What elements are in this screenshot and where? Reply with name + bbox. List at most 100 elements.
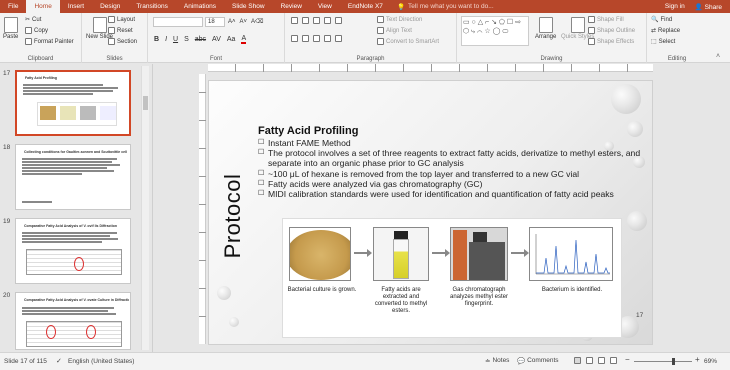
bullet-text: The protocol involves a set of three rea… bbox=[268, 148, 641, 169]
align-text-button[interactable]: Align Text bbox=[377, 27, 412, 34]
justify-icon[interactable] bbox=[324, 35, 331, 42]
thumbnail-number: 19 bbox=[3, 218, 11, 225]
align-left-icon[interactable] bbox=[291, 35, 298, 42]
shadow-icon[interactable]: S bbox=[184, 36, 189, 43]
thumbnail-line bbox=[22, 235, 110, 237]
section-button[interactable]: Section bbox=[108, 38, 137, 45]
zoom-level[interactable]: 69% bbox=[704, 358, 717, 365]
tab-design[interactable]: Design bbox=[92, 0, 128, 13]
scrollbar-thumb[interactable] bbox=[143, 96, 148, 110]
increase-indent-icon[interactable] bbox=[324, 17, 331, 24]
line-spacing-icon[interactable] bbox=[335, 17, 342, 24]
fame-workflow-figure[interactable]: Bacterial culture is grown. Fatty acids … bbox=[282, 218, 622, 338]
zoom-in-icon[interactable]: + bbox=[695, 355, 700, 364]
paragraph-group: Text Direction Align Text Convert to Sma… bbox=[285, 13, 457, 63]
slides-group-label: Slides bbox=[106, 56, 123, 62]
spellcheck-icon[interactable]: ✓ bbox=[56, 357, 62, 365]
zoom-slider[interactable] bbox=[634, 358, 692, 365]
paste-button[interactable]: Paste bbox=[3, 17, 18, 40]
shape-fill-label: Shape Fill bbox=[597, 16, 624, 23]
share-button[interactable]: 👤 Share bbox=[695, 3, 722, 11]
convert-smartart-button[interactable]: Convert to SmartArt bbox=[377, 38, 439, 45]
view-buttons bbox=[574, 357, 617, 364]
bold-icon[interactable]: B bbox=[154, 36, 159, 43]
replace-button[interactable]: ⇄ Replace bbox=[651, 27, 680, 35]
format-painter-button[interactable]: Format Painter bbox=[25, 38, 74, 45]
case-icon[interactable]: Aa bbox=[227, 36, 236, 43]
slide-sorter-icon[interactable] bbox=[586, 357, 593, 364]
horizontal-ruler[interactable] bbox=[208, 64, 653, 72]
align-right-icon[interactable] bbox=[313, 35, 320, 42]
format-painter-label: Format Painter bbox=[34, 38, 74, 45]
shape-outline-button[interactable]: Shape Outline bbox=[588, 27, 635, 34]
vertical-title-box[interactable]: Protocol bbox=[216, 159, 246, 269]
font-color-icon[interactable]: A bbox=[241, 35, 247, 44]
underline-icon[interactable]: U bbox=[173, 36, 178, 43]
tab-file[interactable]: File bbox=[0, 0, 26, 13]
sign-in-link[interactable]: Sign in bbox=[665, 3, 685, 11]
tab-slide-show[interactable]: Slide Show bbox=[224, 0, 273, 13]
notes-button[interactable]: ≐ Notes bbox=[485, 357, 509, 365]
bullet-item: ☐ Instant FAME Method bbox=[258, 138, 648, 148]
font-name-dropdown[interactable] bbox=[153, 17, 203, 27]
slide-thumbnail-18[interactable]: Collecting conditions for Gaultier-sonne… bbox=[15, 144, 131, 210]
slide-thumbnail-19[interactable]: Comparative Fatty Acid Analysis of V. ov… bbox=[15, 218, 131, 284]
slide-canvas[interactable]: Protocol Fatty Acid Profiling ☐ Instant F… bbox=[208, 80, 653, 345]
columns-icon[interactable] bbox=[335, 35, 342, 42]
list-controls bbox=[291, 17, 342, 24]
numbering-icon[interactable] bbox=[302, 17, 309, 24]
smartart-icon bbox=[377, 38, 384, 45]
tab-insert[interactable]: Insert bbox=[60, 0, 92, 13]
tab-review[interactable]: Review bbox=[273, 0, 310, 13]
clear-format-icon[interactable]: A⌫ bbox=[251, 18, 264, 25]
shape-effects-button[interactable]: Shape Effects bbox=[588, 38, 634, 45]
cut-button[interactable]: ✂ Cut bbox=[25, 16, 41, 24]
arrange-button[interactable]: Arrange bbox=[535, 17, 556, 40]
tab-endnote[interactable]: EndNote X7 bbox=[340, 0, 391, 13]
thumbnail-scrollbar[interactable] bbox=[141, 66, 149, 350]
thumbnail-highlight-circle bbox=[46, 325, 56, 339]
tab-animations[interactable]: Animations bbox=[176, 0, 224, 13]
scissors-icon: ✂ bbox=[25, 17, 31, 23]
text-direction-button[interactable]: Text Direction bbox=[377, 16, 422, 23]
tab-transitions[interactable]: Transitions bbox=[128, 0, 176, 13]
slide-content-box[interactable]: Fatty Acid Profiling ☐ Instant FAME Metho… bbox=[258, 125, 648, 199]
bullet-item: ☐ The protocol involves a set of three re… bbox=[258, 148, 648, 168]
tab-view[interactable]: View bbox=[310, 0, 340, 13]
grow-font-icon[interactable]: A˄ bbox=[228, 19, 236, 25]
shapes-gallery[interactable]: ▭ ○ △ ⌐ ↘ ⬠ ☐ ⇨ ⬡ ⤷ ⌒ ☆ ◯ ⬭ bbox=[461, 16, 529, 46]
petri-dish bbox=[290, 230, 350, 280]
spacing-icon[interactable]: AV bbox=[212, 36, 221, 43]
shape-fill-button[interactable]: Shape Fill bbox=[588, 16, 624, 23]
slide-thumbnail-20[interactable]: Comparative Fatty Acid Analysis of V. ov… bbox=[15, 292, 131, 350]
select-button[interactable]: ⬚ Select bbox=[651, 38, 675, 46]
decrease-indent-icon[interactable] bbox=[313, 17, 320, 24]
zoom-slider-handle[interactable] bbox=[672, 358, 675, 365]
layout-button[interactable]: Layout bbox=[108, 16, 135, 23]
shrink-font-icon[interactable]: A˅ bbox=[240, 19, 248, 25]
zoom-out-icon[interactable]: − bbox=[625, 355, 630, 364]
tell-me-box[interactable]: 💡 Tell me what you want to do... bbox=[397, 3, 494, 11]
thumbnail-line bbox=[22, 170, 114, 172]
vertical-ruler[interactable] bbox=[199, 74, 206, 344]
search-icon: 🔍 bbox=[651, 17, 659, 23]
checkbox-bullet-icon: ☐ bbox=[258, 179, 265, 187]
reset-button[interactable]: Reset bbox=[108, 27, 133, 34]
bullets-icon[interactable] bbox=[291, 17, 298, 24]
slides-group: New Slide Layout Reset Section Slides bbox=[82, 13, 148, 63]
copy-button[interactable]: Copy bbox=[25, 27, 48, 34]
reset-label: Reset bbox=[117, 27, 133, 34]
font-size-dropdown[interactable]: 18 bbox=[205, 17, 225, 27]
strikethrough-icon[interactable]: abc bbox=[195, 36, 206, 43]
normal-view-icon[interactable] bbox=[574, 357, 581, 364]
slide-thumbnail-17[interactable]: Fatty Acid Profiling bbox=[15, 70, 131, 136]
collapse-ribbon-icon[interactable]: ˄ bbox=[716, 53, 720, 60]
language-indicator[interactable]: English (United States) bbox=[68, 358, 134, 365]
find-button[interactable]: 🔍 Find bbox=[651, 16, 672, 24]
italic-icon[interactable]: I bbox=[165, 36, 167, 43]
reading-view-icon[interactable] bbox=[598, 357, 605, 364]
comments-button[interactable]: 💬 Comments bbox=[517, 357, 559, 365]
slideshow-icon[interactable] bbox=[610, 357, 617, 364]
tab-home[interactable]: Home bbox=[26, 0, 60, 13]
align-center-icon[interactable] bbox=[302, 35, 309, 42]
